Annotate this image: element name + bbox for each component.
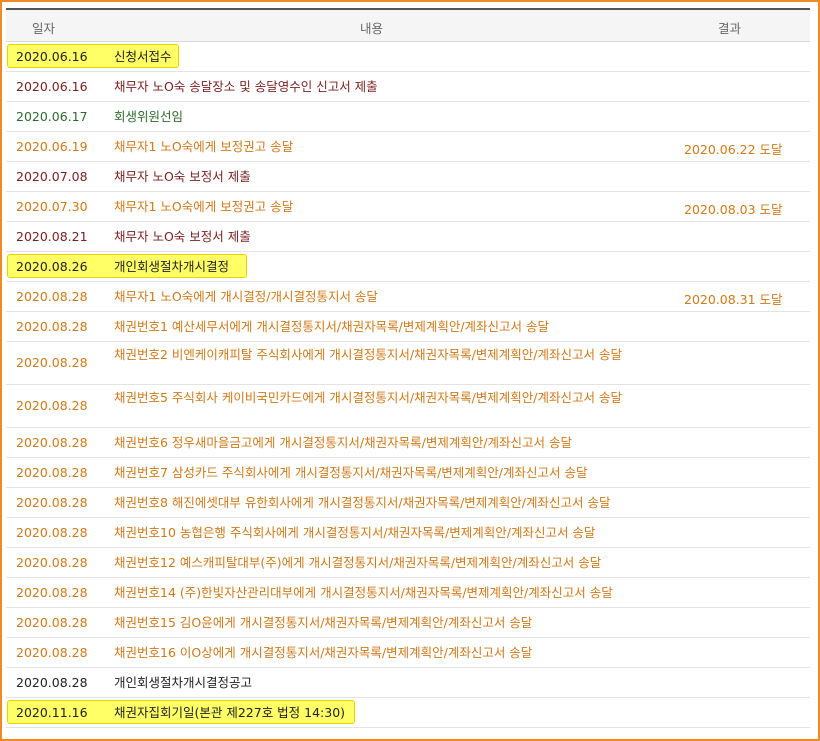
row-result: 2020.08.31 도달	[684, 292, 783, 307]
table-row: 2020.08.28 채권번호10 농협은행 주식회사에게 개시결정통지서/채권자…	[6, 518, 810, 548]
row-result: 2020.06.22 도달	[684, 142, 783, 157]
row-content: 채무자1 노O숙에게 개시결정/개시결정통지서 송달	[114, 289, 378, 304]
table-row: 2020.08.28 채권번호8 해진에셋대부 유한회사에게 개시결정통지서/채권…	[6, 488, 810, 518]
table-row: 2020.06.19 채무자1 노O숙에게 보정권고 송달 2020.06.22 도…	[6, 132, 810, 162]
row-date: 2020.08.28	[16, 645, 88, 660]
row-date: 2020.08.28	[16, 355, 88, 370]
table-row: 2020.06.17 회생위원선임	[6, 102, 810, 132]
row-content: 채권번호14 (주)한빛자산관리대부에게 개시결정통지서/채권자목록/변제계획안…	[114, 585, 613, 600]
table-row: 2020.07.30 채무자1 노O숙에게 보정권고 송달 2020.08.03 도…	[6, 192, 810, 222]
row-content: 채무자 노O숙 보정서 제출	[114, 169, 251, 184]
table-row: 2020.06.16 채무자 노O숙 송달장소 및 송달영수인 신고서 제출	[6, 72, 810, 102]
row-content: 채권번호6 정우새마을금고에게 개시결정통지서/채권자목록/변제계획안/계좌신고…	[114, 435, 573, 450]
row-date: 2020.06.16	[16, 79, 88, 94]
row-content: 채권번호7 삼성카드 주식회사에게 개시결정통지서/채권자목록/변제계획안/계좌…	[114, 465, 588, 480]
row-content: 채무자1 노O숙에게 보정권고 송달	[114, 199, 294, 214]
table-row: 2020.08.26 개인회생절차개시결정	[6, 252, 810, 282]
row-date: 2020.08.28	[16, 555, 88, 570]
row-date: 2020.07.08	[16, 169, 88, 184]
row-content: 채무자 노O숙 송달장소 및 송달영수인 신고서 제출	[114, 79, 378, 94]
row-date: 2020.08.28	[16, 398, 88, 413]
row-date: 2020.08.28	[16, 615, 88, 630]
table-row: 2020.08.28 채권번호1 예산세무서에게 개시결정통지서/채권자목록/변제…	[6, 312, 810, 342]
row-content: 채권번호8 해진에셋대부 유한회사에게 개시결정통지서/채권자목록/변제계획안/…	[114, 495, 611, 510]
row-date: 2020.08.28	[16, 495, 88, 510]
row-content: 채권번호15 김O윤에게 개시결정통지서/채권자목록/변제계획안/계좌신고서 송…	[114, 615, 533, 630]
row-content: 채권번호2 비엔케이캐피탈 주식회사에게 개시결정통지서/채권자목록/변제계획안…	[114, 347, 622, 362]
row-date: 2020.07.30	[16, 199, 88, 214]
table-row: 2020.11.16 채권자집회기일(본관 제227호 법정 14:30)	[6, 698, 810, 728]
table-row: 2020.08.28 채권번호14 (주)한빛자산관리대부에게 개시결정통지서/채…	[6, 578, 810, 608]
row-date: 2020.06.16	[16, 49, 88, 64]
row-content: 신청서접수	[114, 49, 172, 64]
case-progress-table: 일자 내용 결과 2020.06.16 신청서접수 2020.06.16 채무자 노O…	[6, 8, 810, 728]
table-row: 2020.08.28 채권번호6 정우새마을금고에게 개시결정통지서/채권자목록/…	[6, 428, 810, 458]
row-date: 2020.06.19	[16, 139, 88, 154]
row-date: 2020.08.21	[16, 229, 88, 244]
row-date: 2020.08.28	[16, 465, 88, 480]
table-row: 2020.08.28 채권번호5 주식회사 케이비국민카드에게 개시결정통지서/채…	[6, 385, 810, 428]
row-content: 채무자1 노O숙에게 보정권고 송달	[114, 139, 294, 154]
table-row: 2020.08.28 채권번호2 비엔케이캐피탈 주식회사에게 개시결정통지서/채…	[6, 342, 810, 385]
header-result: 결과	[718, 21, 742, 36]
table-body: 2020.06.16 신청서접수 2020.06.16 채무자 노O숙 송달장소 및 …	[6, 42, 810, 728]
table-row: 2020.08.28 채권번호15 김O윤에게 개시결정통지서/채권자목록/변제계…	[6, 608, 810, 638]
row-content: 회생위원선임	[114, 109, 184, 124]
row-content: 채권번호5 주식회사 케이비국민카드에게 개시결정통지서/채권자목록/변제계획안…	[114, 390, 622, 405]
table-row: 2020.08.28 채권번호7 삼성카드 주식회사에게 개시결정통지서/채권자목…	[6, 458, 810, 488]
row-date: 2020.08.28	[16, 319, 88, 334]
row-content: 채권번호1 예산세무서에게 개시결정통지서/채권자목록/변제계획안/계좌신고서 …	[114, 319, 550, 334]
table-row: 2020.08.28 채권번호16 이O상에게 개시결정통지서/채권자목록/변제계…	[6, 638, 810, 668]
row-content: 채무자 노O숙 보정서 제출	[114, 229, 251, 244]
table-row: 2020.08.28 개인회생절차개시결정공고	[6, 668, 810, 698]
row-date: 2020.08.28	[16, 289, 88, 304]
row-date: 2020.11.16	[16, 705, 88, 720]
row-content: 채권번호12 예스캐피탈대부(주)에게 개시결정통지서/채권자목록/변제계획안/…	[114, 555, 602, 570]
row-date: 2020.06.17	[16, 109, 88, 124]
header-date: 일자	[32, 21, 56, 36]
row-date: 2020.08.28	[16, 585, 88, 600]
row-date: 2020.08.28	[16, 525, 88, 540]
header-content: 내용	[360, 21, 384, 36]
row-content: 채권번호10 농협은행 주식회사에게 개시결정통지서/채권자목록/변제계획안/계…	[114, 525, 596, 540]
row-date: 2020.08.28	[16, 435, 88, 450]
table-row: 2020.07.08 채무자 노O숙 보정서 제출	[6, 162, 810, 192]
row-content: 개인회생절차개시결정	[114, 259, 230, 274]
table-header: 일자 내용 결과	[6, 10, 810, 42]
row-date: 2020.08.26	[16, 259, 88, 274]
row-content: 채권자집회기일(본관 제227호 법정 14:30)	[114, 705, 346, 720]
row-content: 채권번호16 이O상에게 개시결정통지서/채권자목록/변제계획안/계좌신고서 송…	[114, 645, 533, 660]
row-date: 2020.08.28	[16, 675, 88, 690]
table-row: 2020.08.28 채권번호12 예스캐피탈대부(주)에게 개시결정통지서/채권…	[6, 548, 810, 578]
row-result: 2020.08.03 도달	[684, 202, 783, 217]
table-row: 2020.06.16 신청서접수	[6, 42, 810, 72]
row-content: 개인회생절차개시결정공고	[114, 675, 253, 690]
table-row: 2020.08.28 채무자1 노O숙에게 개시결정/개시결정통지서 송달 2020…	[6, 282, 810, 312]
table-row: 2020.08.21 채무자 노O숙 보정서 제출	[6, 222, 810, 252]
